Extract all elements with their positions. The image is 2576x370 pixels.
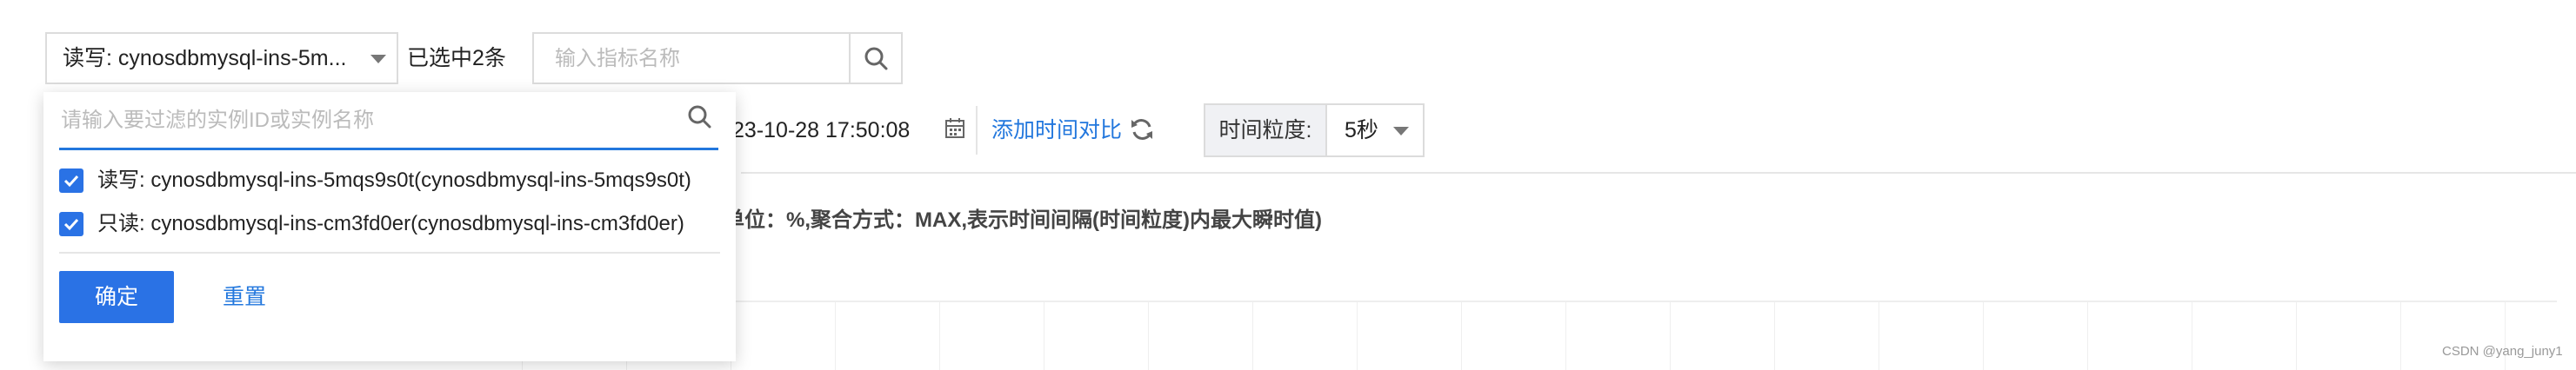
instance-filter-input[interactable] <box>59 97 663 144</box>
metric-search-input[interactable] <box>536 36 870 83</box>
search-icon <box>688 105 711 129</box>
instance-option[interactable]: 只读: cynosdbmysql-ins-cm3fd0er(cynosdbmys… <box>59 200 720 248</box>
refresh-icon[interactable] <box>1129 116 1155 142</box>
reset-button[interactable]: 重置 <box>223 271 266 323</box>
time-range-end[interactable]: 23-10-28 17:50:08 <box>732 108 910 153</box>
metric-search <box>532 32 903 84</box>
search-icon <box>864 47 888 70</box>
divider <box>741 172 2576 174</box>
instance-filter <box>59 92 718 150</box>
selected-count: 已选中2条 <box>407 46 506 70</box>
search-button[interactable] <box>849 34 901 83</box>
granularity-label: 时间粒度: <box>1205 105 1327 155</box>
metric-description: 单位：%,聚合方式：MAX,表示时间间隔(时间粒度)内最大瞬时值) <box>724 208 1322 232</box>
chart-grid <box>522 301 2557 370</box>
divider <box>59 252 720 254</box>
checkbox-checked-icon[interactable] <box>59 212 83 236</box>
granularity-select[interactable]: 时间粒度: 5秒 <box>1204 103 1425 157</box>
watermark: CSDN @yang_juny1 <box>2442 344 2563 359</box>
calendar-icon[interactable] <box>944 117 965 140</box>
instance-select[interactable]: 读写: cynosdbmysql-ins-5m... <box>45 32 398 84</box>
instance-option[interactable]: 读写: cynosdbmysql-ins-5mqs9s0t(cynosdbmys… <box>59 156 720 205</box>
instance-dropdown-panel: 读写: cynosdbmysql-ins-5mqs9s0t(cynosdbmys… <box>43 92 736 361</box>
chevron-down-icon <box>370 55 386 63</box>
add-time-compare-link[interactable]: 添加时间对比 <box>991 108 1122 153</box>
instance-select-value: 读写: cynosdbmysql-ins-5m... <box>63 46 347 70</box>
chevron-down-icon <box>1393 127 1409 135</box>
confirm-button[interactable]: 确定 <box>59 271 174 323</box>
granularity-value: 5秒 <box>1345 118 1378 142</box>
instance-option-label: 只读: cynosdbmysql-ins-cm3fd0er(cynosdbmys… <box>97 212 684 235</box>
instance-option-label: 读写: cynosdbmysql-ins-5mqs9s0t(cynosdbmys… <box>97 168 691 192</box>
checkbox-checked-icon[interactable] <box>59 168 83 193</box>
divider <box>976 106 978 155</box>
